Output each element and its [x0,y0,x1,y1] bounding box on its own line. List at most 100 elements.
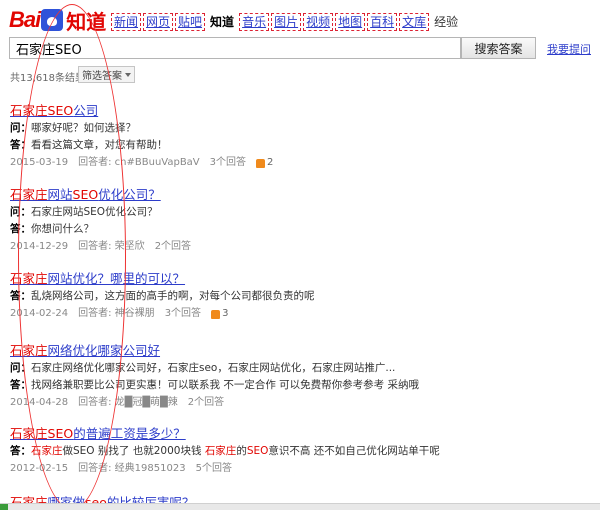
result-meta: 2014-02-24 回答者: 神谷裸朋 3个回答 3 [10,307,530,321]
title-segment: 网络优化哪家公司好 [47,343,161,358]
nav-item-6[interactable]: 视频 [303,13,334,31]
nav-item-5[interactable]: 图片 [271,13,302,31]
result-answerer: 回答者: 荣坚欣 [78,241,145,252]
title-segment: 优化公司？ [98,187,161,202]
result-snippet-line: 问：石家庄网络优化哪家公司好，石家庄seo，石家庄网站优化，石家庄网站推广... [10,361,530,376]
nav-item-0[interactable]: 新闻 [110,13,142,31]
result-date: 2012-02-15 [10,463,69,474]
search-input[interactable] [10,38,462,58]
nav-item-4[interactable]: 音乐 [239,13,270,31]
nav-item-8[interactable]: 百科 [367,13,398,31]
snippet-text: SEO [246,445,269,457]
snippet-text: 石家庄网络优化哪家公司好，石家庄seo，石家庄网站优化，石家庄网站推广... [31,362,396,374]
snippet-label: 答： [10,223,31,235]
snippet-text: 乱烧网络公司，这方面的高手的啊，对每个公司都很负责的呢 [31,290,315,302]
like-count: 2 [267,157,274,168]
title-segment: SEO [47,426,74,441]
result-answer-count: 3个回答 [209,157,247,168]
title-segment: 网站优化？哪里的可以？ [47,271,186,286]
result-snippet-line: 问：哪家好呢？如何选择？ [10,121,530,136]
result-title-link[interactable]: 石家庄SEO公司 [10,103,98,118]
title-segment: 石家庄 [10,343,48,358]
title-segment: 石家庄 [10,187,48,202]
result-answerer: 回答者: cn#BBuuVapBaV [78,157,200,168]
title-segment: 石家庄 [10,271,48,286]
title-segment: 网站 [47,187,73,202]
baidu-zhidao-logo[interactable]: Bai 知道 [9,7,107,34]
result-meta: 2014-12-29 回答者: 荣坚欣 2个回答 [10,240,530,254]
result-answer-count: 2个回答 [154,241,192,252]
result-answer-count: 2个回答 [187,397,225,408]
caret-down-icon [125,72,131,77]
snippet-label: 答： [10,290,31,302]
title-segment: 的普遍工资是多少？ [73,426,186,441]
like-button[interactable]: 3 [211,307,228,321]
result-item: 石家庄SEO的普遍工资是多少？ 答：石家庄做SEO 别找了 也就2000块钱 石家… [10,423,530,476]
status-indicator [0,504,8,510]
result-title-link[interactable]: 石家庄网站优化？哪里的可以？ [10,271,185,286]
result-title-link[interactable]: 石家庄SEO的普遍工资是多少？ [10,426,186,441]
snippet-label: 问： [10,206,31,218]
result-item: 石家庄网站优化？哪里的可以？ 答：乱烧网络公司，这方面的高手的啊，对每个公司都很负… [10,268,530,321]
search-box [9,37,462,59]
result-answer-count: 5个回答 [195,463,232,474]
result-date: 2015-03-19 [10,157,69,168]
result-answerer: 回答者: 神谷裸朋 [78,308,155,319]
title-segment: 公司 [73,103,99,118]
snippet-label: 答： [10,445,31,457]
snippet-text: 找网络兼职要比公司更实惠！可以联系我 不一定合作 可以免费帮你参考参考 采纳哦 [31,379,420,391]
snippet-text: 石家庄网站SEO优化公司？ [31,206,158,218]
title-segment: 石家庄 [10,426,48,441]
nav-item-10[interactable]: 经验 [432,14,460,30]
ask-question-link[interactable]: 我要提问 [547,41,591,57]
nav-item-1[interactable]: 网页 [143,13,174,31]
nav-item-3[interactable]: 知道 [208,14,236,30]
filter-answers-dropdown[interactable]: 筛选答案 [78,66,135,83]
result-count: 共13,618条结果 [10,73,85,84]
title-segment: 石家庄 [10,103,48,118]
result-item: 石家庄网络优化哪家公司好 问：石家庄网络优化哪家公司好，石家庄seo，石家庄网站优… [10,340,530,410]
title-segment: SEO [47,103,74,118]
snippet-label: 问： [10,362,31,374]
snippet-text: 做SEO 别找了 也就2000块钱 [62,445,205,457]
snippet-label: 问： [10,122,31,134]
thumbs-up-icon [256,158,266,168]
snippet-label: 答： [10,379,31,391]
result-snippet-line: 答：找网络兼职要比公司更实惠！可以联系我 不一定合作 可以免费帮你参考参考 采纳… [10,378,530,393]
paw-icon [41,9,64,31]
result-answerer: 回答者: 经典19851023 [78,463,186,474]
result-snippet-line: 答：你想问什么？ [10,222,530,237]
result-item: 石家庄SEO公司 问：哪家好呢？如何选择？ 答：看看这篇文章，对您有帮助！ 2015-… [10,100,530,170]
result-meta: 2014-04-28 回答者: 龙█冠█萌█辣 2个回答 [10,396,530,410]
like-count: 3 [222,308,229,319]
title-segment: SEO [72,187,99,202]
result-answer-count: 3个回答 [164,308,202,319]
nav-item-2[interactable]: 贴吧 [175,13,206,31]
result-date: 2014-12-29 [10,241,69,252]
result-answerer: 回答者: 龙█冠█萌█辣 [78,397,178,408]
result-title-link[interactable]: 石家庄网络优化哪家公司好 [10,343,160,358]
result-title-link[interactable]: 石家庄网站SEO优化公司？ [10,187,161,202]
result-snippet-line: 答：石家庄做SEO 别找了 也就2000块钱 石家庄的SEO意识不高 还不如自己… [10,444,530,459]
snippet-text: 的 [236,445,247,457]
snippet-text: 看看这篇文章，对您有帮助！ [31,139,168,151]
snippet-label: 答： [10,139,31,151]
snippet-text: 你想问什么？ [31,223,94,235]
logo-text-zhidao: 知道 [66,9,107,34]
result-item: 石家庄网站SEO优化公司？ 问：石家庄网站SEO优化公司？ 答：你想问什么？ 2014… [10,184,530,254]
result-snippet-line: 问：石家庄网站SEO优化公司？ [10,205,530,220]
result-snippet-line: 答：乱烧网络公司，这方面的高手的啊，对每个公司都很负责的呢 [10,289,530,304]
search-answer-button[interactable]: 搜索答案 [461,37,536,59]
logo-text-bai: Bai [9,7,41,32]
filter-label: 筛选答案 [82,71,122,82]
snippet-text: 意识不高 还不如自己优化网站单干呢 [268,445,440,457]
like-button[interactable]: 2 [256,156,273,170]
snippet-text: 哪家好呢？如何选择？ [31,122,136,134]
nav-item-9[interactable]: 文库 [399,13,430,31]
snippet-text: 石家庄 [31,445,63,457]
nav-item-7[interactable]: 地图 [335,13,366,31]
thumbs-up-icon [211,309,221,319]
snippet-text: 石家庄 [204,445,237,457]
result-date: 2014-04-28 [10,397,69,408]
result-meta: 2012-02-15 回答者: 经典19851023 5个回答 [10,462,530,476]
